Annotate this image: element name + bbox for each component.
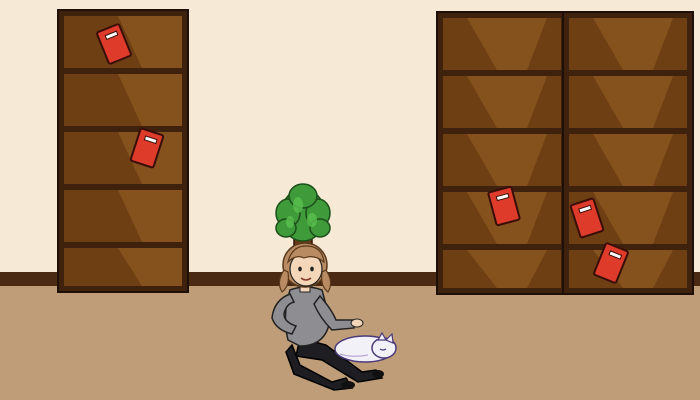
- bookshelf-right-a: [436, 11, 568, 295]
- scene-canvas: [0, 0, 700, 400]
- game-scene: [0, 0, 700, 400]
